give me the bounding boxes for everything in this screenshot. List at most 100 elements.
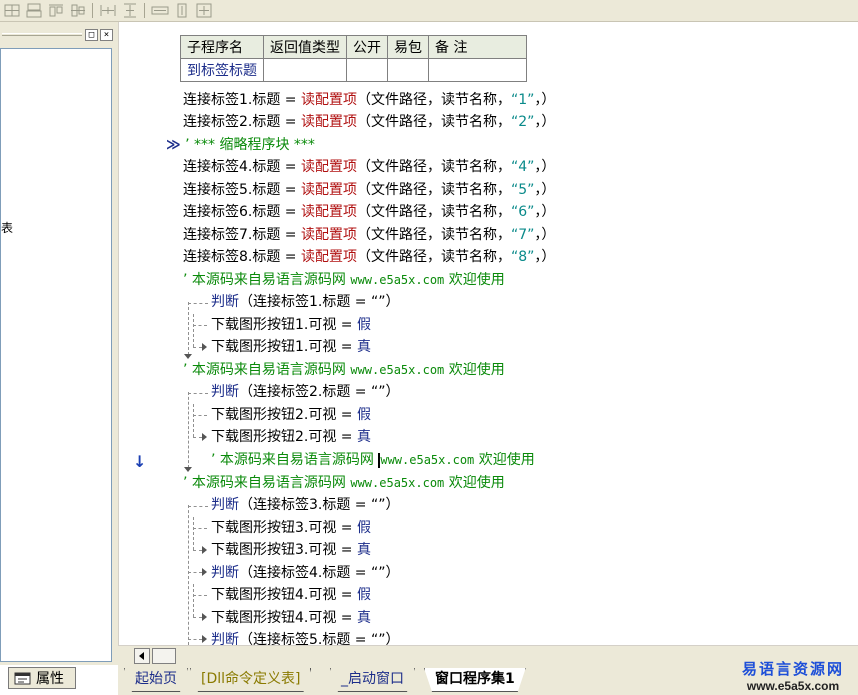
comment-line[interactable]: ’ 本源码来自易语言源码网 www.e5a5x.com 欢迎使用 [183, 269, 505, 291]
bool-value: 假 [357, 520, 371, 536]
align-top-icon[interactable] [46, 2, 66, 19]
flow-guide [193, 347, 202, 348]
if-line[interactable]: 判断（连接标签1.标题 = “”） [211, 291, 400, 313]
branch-arrow-icon [202, 613, 207, 621]
code-line[interactable]: 下载图形按钮1.可视 = 真 [211, 336, 371, 358]
scroll-thumb[interactable] [152, 648, 176, 664]
property-tab-label: 属性 [36, 671, 64, 687]
align-center-icon[interactable] [24, 2, 44, 19]
align-left-icon[interactable] [2, 2, 22, 19]
code-line[interactable]: 下载图形按钮3.可视 = 真 [211, 539, 371, 561]
comment-text: 欢迎使用 [444, 362, 505, 378]
code-line[interactable]: 下载图形按钮1.可视 = 假 [211, 314, 371, 336]
if-line[interactable]: 判断（连接标签5.标题 = “”） [211, 629, 400, 645]
code-line[interactable]: 连接标签5.标题 = 读配置项（文件路径，读节名称，“5”，） [183, 179, 555, 201]
code-text: 连接标签6.标题 = [183, 204, 301, 220]
code-line[interactable]: 连接标签4.标题 = 读配置项（文件路径，读节名称，“4”，） [183, 156, 555, 178]
code-line[interactable]: 下载图形按钮3.可视 = 假 [211, 517, 371, 539]
left-panel-header: □ × [0, 26, 118, 42]
sub-name-cell[interactable]: 到标签标题 [180, 58, 264, 82]
comment-url: www.e5a5x.com [350, 476, 445, 490]
tab-window-assembly-1[interactable]: 窗口程序集1 [424, 668, 526, 692]
equal-width-icon[interactable] [98, 2, 118, 19]
code-text: ，） [534, 92, 556, 108]
code-line[interactable]: 连接标签7.标题 = 读配置项（文件路径，读节名称，“7”，） [183, 224, 555, 246]
string-literal: “8” [511, 249, 535, 265]
code-text: 连接标签2.标题 = [183, 114, 301, 130]
code-line[interactable]: 连接标签6.标题 = 读配置项（文件路径，读节名称，“6”，） [183, 201, 555, 223]
public-cell[interactable] [346, 58, 388, 82]
property-list[interactable]: 表 [0, 48, 112, 662]
watermark-url: www.e5a5x.com [746, 679, 840, 693]
keyword-judge: 判断 [211, 384, 239, 400]
close-icon[interactable]: × [100, 29, 113, 41]
function-name: 读配置项 [301, 227, 357, 243]
return-type-cell[interactable] [263, 58, 347, 82]
restore-icon[interactable]: □ [85, 29, 98, 41]
bool-value: 真 [357, 542, 371, 558]
same-size-icon[interactable] [194, 2, 214, 19]
code-line[interactable]: 连接标签2.标题 = 读配置项（文件路径，读节名称，“2”，） [183, 111, 555, 133]
code-line[interactable]: 连接标签1.标题 = 读配置项（文件路径，读节名称，“1”，） [183, 89, 555, 111]
code-text: ，） [534, 249, 556, 265]
tab-start-page[interactable]: 起始页 [124, 668, 188, 692]
function-name: 读配置项 [301, 114, 357, 130]
code-text: ，） [534, 114, 556, 130]
tab-dll-commands[interactable]: [Dll命令定义表] [190, 668, 311, 692]
code-text: 连接标签5.标题 = [183, 182, 301, 198]
collapsed-block-line[interactable]: ≫ ’ *** 缩略程序块 *** [166, 134, 315, 156]
code-text: 下载图形按钮2.可视 = [211, 429, 357, 445]
header-sub-name: 子程序名 [180, 35, 264, 59]
code-text: 连接标签7.标题 = [183, 227, 301, 243]
code-text: （文件路径，读节名称， [357, 182, 511, 198]
bool-value: 真 [357, 339, 371, 355]
scroll-left-button[interactable] [134, 648, 150, 664]
property-icon [14, 672, 31, 685]
expand-block-icon[interactable]: ≫ [166, 137, 181, 153]
if-line[interactable]: 判断（连接标签2.标题 = “”） [211, 381, 400, 403]
code-line[interactable]: 下载图形按钮2.可视 = 假 [211, 404, 371, 426]
code-line[interactable]: 下载图形按钮4.可视 = 真 [211, 607, 371, 629]
flow-guide [188, 572, 202, 573]
branch-arrow-icon [202, 635, 207, 643]
bool-value: 真 [357, 610, 371, 626]
code-text: （连接标签1.标题 = “”） [239, 294, 400, 310]
same-width-icon[interactable] [150, 2, 170, 19]
flow-guide [193, 617, 202, 618]
code-text: （文件路径，读节名称， [357, 204, 511, 220]
arrow-left-icon [139, 652, 144, 660]
code-line[interactable]: 下载图形按钮2.可视 = 真 [211, 426, 371, 448]
easy-package-cell[interactable] [387, 58, 429, 82]
editor-gutter[interactable]: ↓ [118, 22, 158, 645]
function-name: 读配置项 [301, 182, 357, 198]
keyword-judge: 判断 [211, 294, 239, 310]
flow-guide [193, 437, 202, 438]
flow-guide [193, 325, 207, 326]
bool-value: 假 [357, 317, 371, 333]
if-line[interactable]: 判断（连接标签3.标题 = “”） [211, 494, 400, 516]
code-editor[interactable]: 子程序名 返回值类型 公开 易包 备 注 到标签标题 连接标签1.标题 = 读配… [158, 22, 858, 645]
equal-height-icon[interactable] [120, 2, 140, 19]
if-line[interactable]: 判断（连接标签4.标题 = “”） [211, 562, 400, 584]
comment-text: ’ 本源码来自易语言源码网 [183, 272, 351, 288]
remark-cell[interactable] [428, 58, 527, 82]
panel-grip[interactable] [2, 33, 82, 36]
align-middle-icon[interactable] [68, 2, 88, 19]
site-watermark: 易语言资源网 www.e5a5x.com [734, 658, 852, 693]
comment-line[interactable]: ’ 本源码来自易语言源码网 www.e5a5x.com 欢迎使用 [183, 472, 505, 494]
property-tab[interactable]: 属性 [8, 667, 76, 689]
subroutine-table[interactable]: 子程序名 返回值类型 公开 易包 备 注 到标签标题 [180, 35, 527, 82]
header-public: 公开 [346, 35, 388, 59]
current-line-arrow-icon: ↓ [133, 452, 147, 471]
code-line[interactable]: 下载图形按钮4.可视 = 假 [211, 584, 371, 606]
code-line[interactable]: 连接标签8.标题 = 读配置项（文件路径，读节名称，“8”，） [183, 246, 555, 268]
toolbar [0, 0, 858, 22]
comment-line[interactable]: ’ 本源码来自易语言源码网 www.e5a5x.com 欢迎使用 [183, 359, 505, 381]
comment-text: ’ 本源码来自易语言源码网 [183, 475, 351, 491]
keyword-judge: 判断 [211, 632, 239, 645]
current-comment-line[interactable]: ’ 本源码来自易语言源码网 www.e5a5x.com 欢迎使用 [211, 449, 535, 471]
flow-guide [188, 639, 202, 640]
code-text: ，） [534, 227, 556, 243]
same-height-icon[interactable] [172, 2, 192, 19]
tab-startup-window[interactable]: _启动窗口 [330, 668, 415, 692]
